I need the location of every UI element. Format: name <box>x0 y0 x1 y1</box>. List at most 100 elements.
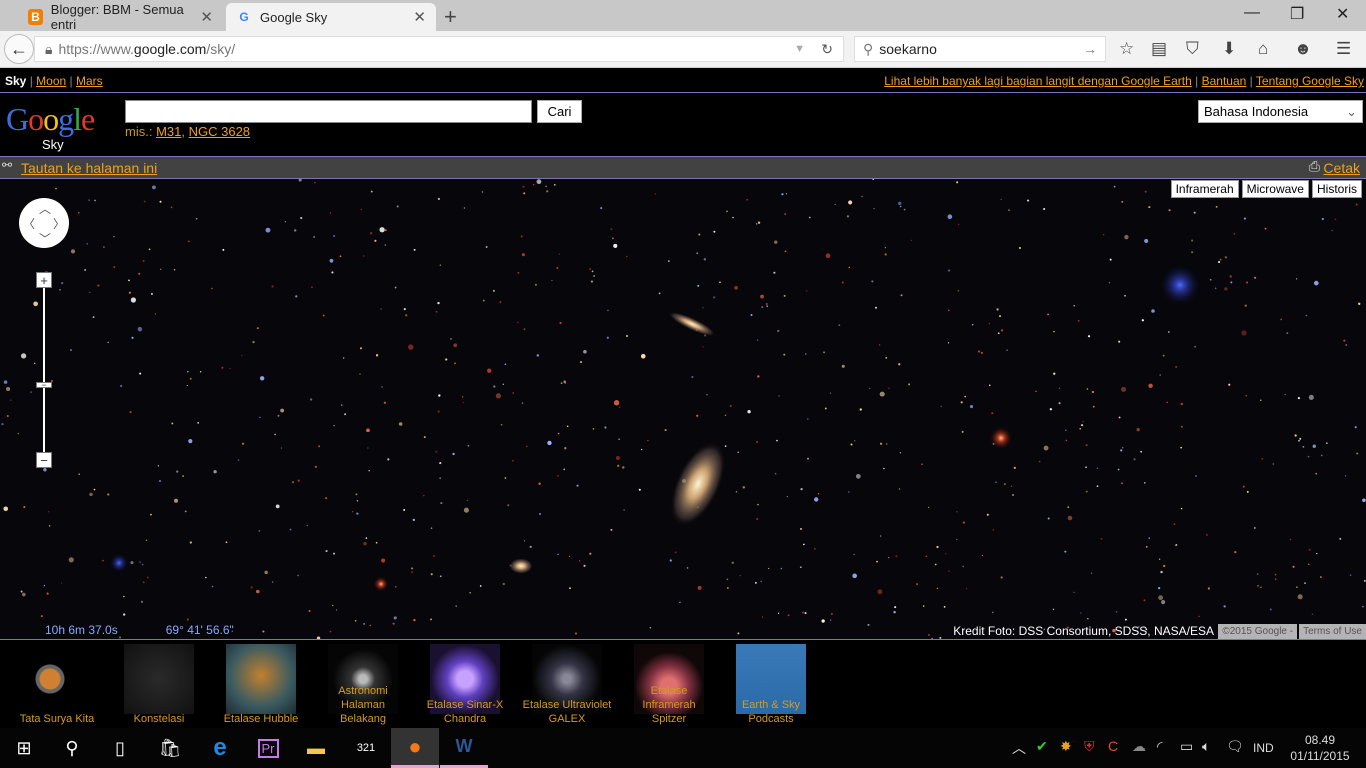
pan-down-icon[interactable]: ﹀ <box>39 230 51 247</box>
reload-icon[interactable]: ↻ <box>821 41 833 58</box>
sky-search-input[interactable] <box>125 100 532 123</box>
wifi-icon[interactable]: ◜ <box>1157 738 1162 755</box>
star <box>225 541 228 544</box>
gallery-item[interactable]: Etalase Hubble <box>216 644 306 728</box>
help-link[interactable]: Bantuan <box>1202 74 1247 88</box>
clock[interactable]: 08.49 01/11/2015 <box>1288 732 1352 764</box>
premiere-icon[interactable]: Pr <box>244 728 292 768</box>
star <box>258 529 261 532</box>
notification-icon[interactable]: 🗨︎ <box>1226 738 1244 755</box>
back-button[interactable]: ← <box>4 34 34 64</box>
app-tray-icon[interactable]: ✸ <box>1060 738 1072 755</box>
close-window-button[interactable]: ✕ <box>1336 4 1349 24</box>
gallery-item[interactable]: Etalase Ultraviolet GALEX <box>522 644 612 728</box>
star <box>20 590 23 593</box>
tab-blogger[interactable]: B Blogger: BBM - Semua entri ✕ <box>18 2 223 32</box>
go-arrow-icon[interactable]: → <box>1083 41 1097 57</box>
page-link[interactable]: Tautan ke halaman ini <box>21 160 157 176</box>
pan-right-icon[interactable]: 〉 <box>53 215 65 232</box>
url-bar[interactable]: 🔒︎ https://www. google.com/sky/ ▼ ↻ <box>34 36 844 62</box>
pan-control[interactable]: ︿ ﹀ 〈 〉 <box>19 198 69 248</box>
pan-left-icon[interactable]: 〈 <box>23 215 35 232</box>
star <box>679 601 681 604</box>
restore-button[interactable]: ❐ <box>1290 4 1304 24</box>
input-language[interactable]: IND <box>1253 741 1274 755</box>
google-earth-link[interactable]: Lihat lebih banyak lagi bagian langit de… <box>884 74 1192 88</box>
star <box>1193 211 1196 214</box>
bookmark-star-icon[interactable]: ☆ <box>1119 39 1134 59</box>
gallery-item[interactable]: Astronomi Halaman Belakang <box>318 644 408 728</box>
star <box>1305 314 1308 317</box>
close-tab-icon[interactable]: ✕ <box>413 8 426 26</box>
star <box>776 439 778 442</box>
gallery-item[interactable]: Konstelasi <box>114 644 204 728</box>
show-hidden-icons[interactable]: ︿ <box>1012 738 1026 758</box>
start-icon[interactable]: ⊞ <box>0 728 48 768</box>
gallery-item[interactable]: Etalase Sinar-X Chandra <box>420 644 510 728</box>
example-m31-link[interactable]: M31 <box>156 124 181 139</box>
ccleaner-icon[interactable]: C <box>1108 738 1118 754</box>
task-view-icon[interactable]: ▯ <box>96 728 144 768</box>
store-icon[interactable]: 🛍︎ <box>146 728 194 768</box>
menu-icon[interactable]: ☰ <box>1336 39 1351 59</box>
star <box>211 585 214 588</box>
new-tab-button[interactable]: + <box>444 4 457 30</box>
home-icon[interactable]: ⌂ <box>1258 39 1268 59</box>
zoom-in-button[interactable]: + <box>36 272 52 288</box>
star <box>579 361 583 364</box>
edge-icon[interactable]: e <box>196 728 244 768</box>
star <box>617 464 620 468</box>
search-icon[interactable]: ⚲ <box>48 728 96 768</box>
media-player-icon[interactable]: 321 <box>342 728 390 768</box>
moon-link[interactable]: Moon <box>36 74 66 88</box>
zoom-slider-handle[interactable]: − <box>36 380 52 390</box>
zoom-slider[interactable] <box>43 274 45 459</box>
volume-icon[interactable]: 🔈︎ <box>1202 738 1210 755</box>
minimize-button[interactable]: — <box>1244 4 1260 22</box>
star <box>1003 483 1006 486</box>
layer-microwave-button[interactable]: Microwave <box>1241 180 1309 198</box>
star <box>17 432 19 435</box>
file-explorer-icon[interactable]: ▬ <box>292 728 340 768</box>
gallery-item[interactable]: Tata Surya Kita <box>12 644 102 728</box>
star <box>726 587 729 590</box>
pocket-icon[interactable]: ⛉ <box>1186 39 1199 59</box>
search-button[interactable]: Cari <box>537 100 582 123</box>
print-link[interactable]: Cetak <box>1323 160 1360 176</box>
hello-icon[interactable]: ☻ <box>1294 39 1312 59</box>
star <box>174 498 179 503</box>
onedrive-icon[interactable]: ☁ <box>1132 738 1146 755</box>
star <box>847 491 850 493</box>
star <box>869 387 871 390</box>
battery-icon[interactable]: ▭ <box>1180 738 1193 755</box>
terms-link[interactable]: Terms of Use <box>1299 624 1366 639</box>
layer-historical-button[interactable]: Historis <box>1311 180 1362 198</box>
language-select[interactable]: Bahasa Indonesia ⌄ <box>1198 100 1363 123</box>
star <box>940 405 942 408</box>
star <box>765 302 768 306</box>
tab-google-sky[interactable]: G Google Sky ✕ <box>226 3 436 31</box>
sky-map[interactable]: Inframerah Microwave Historis ︿ ﹀ 〈 〉 + … <box>0 179 1366 639</box>
dropdown-icon[interactable]: ▼ <box>794 43 805 55</box>
star <box>945 553 947 555</box>
star <box>1286 332 1289 335</box>
star <box>1124 618 1127 621</box>
star <box>784 213 787 216</box>
usb-icon[interactable]: ✔ <box>1036 738 1048 755</box>
google-sky-logo[interactable]: Google Sky <box>6 101 95 152</box>
gallery-item[interactable]: Etalase Inframerah Spitzer <box>624 644 714 728</box>
pan-up-icon[interactable]: ︿ <box>39 200 51 217</box>
word-icon[interactable]: W <box>440 728 488 768</box>
zoom-out-button[interactable]: − <box>36 452 52 468</box>
close-tab-icon[interactable]: ✕ <box>200 8 213 26</box>
example-ngc3628-link[interactable]: NGC 3628 <box>189 124 250 139</box>
mars-link[interactable]: Mars <box>76 74 103 88</box>
gallery-item[interactable]: Earth & Sky Podcasts <box>726 644 816 728</box>
download-icon[interactable]: ⬇ <box>1222 39 1236 59</box>
security-shield-icon[interactable]: ⛨ <box>1084 738 1095 755</box>
reading-list-icon[interactable]: ▤ <box>1151 39 1167 59</box>
firefox-icon[interactable]: ● <box>391 728 439 768</box>
about-link[interactable]: Tentang Google Sky <box>1256 74 1364 88</box>
layer-infrared-button[interactable]: Inframerah <box>1170 180 1239 198</box>
search-bar[interactable]: ⚲ soekarno → <box>854 36 1106 62</box>
